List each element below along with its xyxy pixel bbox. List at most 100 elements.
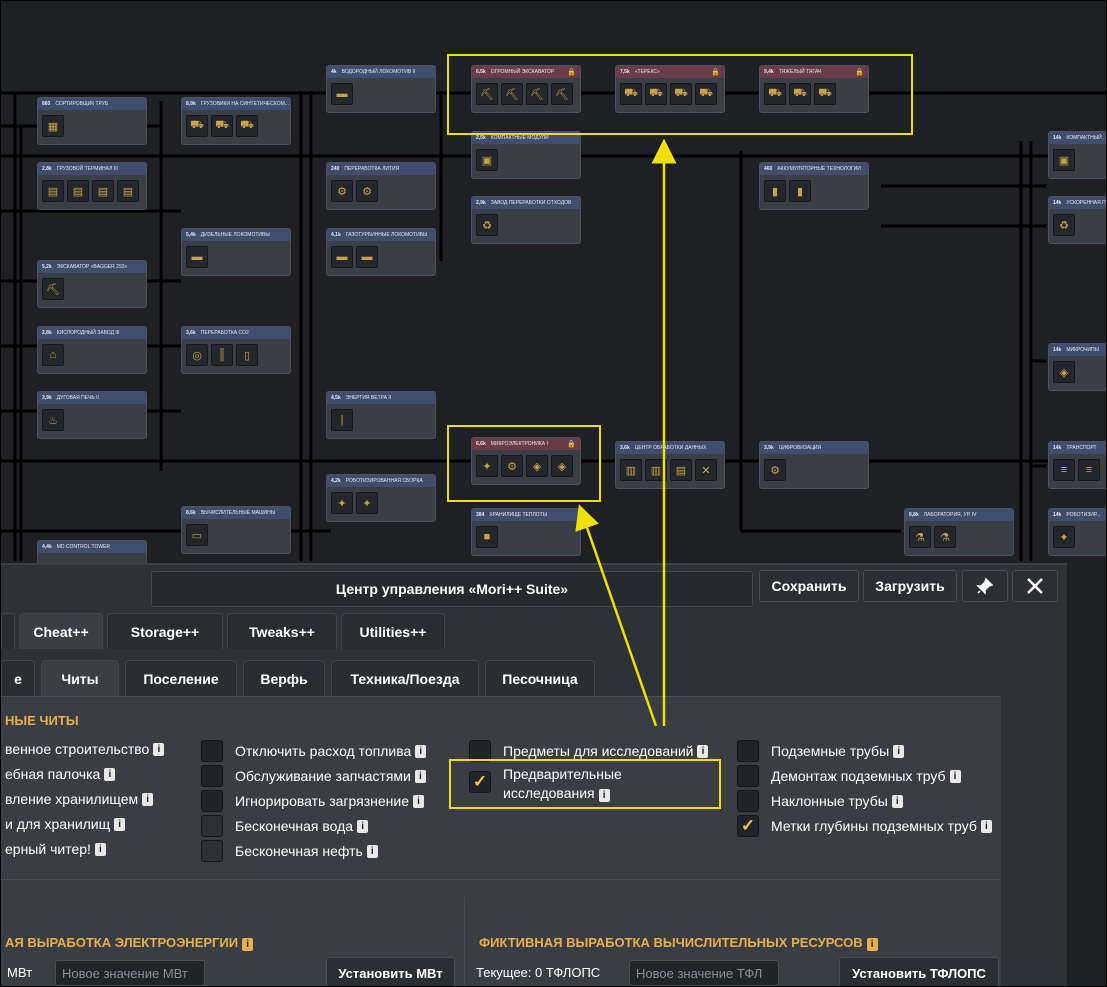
checkbox[interactable] xyxy=(737,790,759,812)
tech-node[interactable]: 860 СОРТИРОВЩИК ТРУБ ▦ xyxy=(37,97,147,145)
info-icon[interactable]: i xyxy=(980,819,992,833)
tech-node[interactable]: 460 АККУМУЛЯТОРНЫЕ ТЕХНОЛОГИИ ▮ ▮ xyxy=(759,162,869,210)
cheat-row-5[interactable]: ерный читер! i xyxy=(5,841,106,857)
tech-node-cost: 3,9k xyxy=(42,395,52,401)
info-icon[interactable]: i xyxy=(866,938,878,951)
subtab-settlement[interactable]: Поселение xyxy=(125,660,237,696)
info-icon[interactable]: i xyxy=(949,769,961,783)
tech-node-cost: 14k xyxy=(1053,135,1062,141)
tab-storage[interactable]: Storage++ xyxy=(107,613,223,649)
tech-node-cost: 3,9k xyxy=(764,445,774,451)
info-icon[interactable]: i xyxy=(414,769,426,783)
cheat-ignore-pollution[interactable]: Игнорировать загрязнение i xyxy=(201,790,425,812)
tech-node[interactable]: 384 ХРАНИЛИЩЕ ТЕПЛОТЫ ■ xyxy=(471,508,581,556)
tech-node[interactable]: 3,6k ПЕРЕРАБОТКА CO2 ◎ ║ ▯ xyxy=(181,326,291,374)
info-icon[interactable]: i xyxy=(891,794,903,808)
tech-node[interactable]: 2,5k КОМПАКТНЫЕ МОДУЛИ ▣ xyxy=(471,131,581,179)
tech-node[interactable]: 5,4k ДИЗЕЛЬНЫЕ ЛОКОМОТИВЫ ▬ xyxy=(181,228,291,276)
cheat-row-3[interactable]: вление хранилищем i xyxy=(5,791,154,807)
tech-node[interactable]: 8,6k ВЫЧИСЛИТЕЛЬНЫЕ МАШИНЫ ▭ xyxy=(181,506,291,554)
checkbox[interactable] xyxy=(201,765,223,787)
cheat-row-4[interactable]: и для хранилищ i xyxy=(5,816,126,832)
tech-node[interactable]: 240 ПЕРЕРАБОТКА ЛИТИЯ ⚙ ⚙ xyxy=(326,162,436,210)
cheat-infinite-water[interactable]: Бесконечная вода i xyxy=(201,815,369,837)
tab-utilities[interactable]: Utilities++ xyxy=(341,613,445,649)
tech-node[interactable]: 14k УСКОРЕННАЯ ПЕРЕРАБОТКА ♻ xyxy=(1048,196,1106,244)
info-icon[interactable]: i xyxy=(415,744,427,758)
tech-node-cost: 14k xyxy=(1053,200,1062,206)
factory-icon: ⌂ xyxy=(42,344,64,366)
info-icon[interactable]: i xyxy=(366,844,378,858)
checkbox[interactable] xyxy=(201,740,223,762)
tech-node[interactable]: 14k ТРАНСПОРТ ≡ ≡ xyxy=(1048,441,1106,489)
info-icon[interactable]: i xyxy=(114,817,126,831)
tech-node-title: ТРАНСПОРТ xyxy=(1066,445,1097,451)
tech-node[interactable]: 3,9k ДУГОВАЯ ПЕЧЬ II ♨ xyxy=(37,391,147,439)
tab-cheat[interactable]: Cheat++ xyxy=(19,613,103,649)
info-icon[interactable]: i xyxy=(413,794,425,808)
cheat-label: Подземные трубы xyxy=(771,743,890,759)
power-input[interactable]: Новое значение МВт xyxy=(55,960,205,986)
close-button[interactable] xyxy=(1012,570,1058,602)
tech-node-header: 2,9k ЗАВОД ПЕРЕРАБОТКИ ОТХОДОВ xyxy=(472,197,580,209)
save-button[interactable]: Сохранить xyxy=(759,570,859,602)
cheat-dismantle-pipes[interactable]: Демонтаж подземных труб i xyxy=(737,765,961,787)
info-icon[interactable]: i xyxy=(242,938,254,951)
info-icon[interactable]: i xyxy=(94,842,106,856)
checkbox[interactable] xyxy=(737,740,759,762)
tech-node-title: КОМПАКТНЫЕ МОДУЛИ xyxy=(490,135,549,141)
info-icon[interactable]: i xyxy=(697,744,709,758)
tech-node[interactable]: 3,9k ЦИФРОВИЗАЦИЯ ⚙ xyxy=(759,441,869,489)
tech-node-header: 14k УСКОРЕННАЯ ПЕРЕРАБОТКА xyxy=(1049,197,1106,209)
tech-node-title: ЭНЕРГИЯ ВЕТРА II xyxy=(345,395,392,401)
tech-node[interactable]: 4k ВОДОРОДНЫЙ ЛОКОМОТИВ II ▬ xyxy=(326,65,436,113)
info-icon[interactable]: i xyxy=(104,767,116,781)
tech-node[interactable]: 2,9k ЗАВОД ПЕРЕРАБОТКИ ОТХОДОВ ♻ xyxy=(471,196,581,244)
checkbox-checked[interactable]: ✓ xyxy=(737,815,759,837)
cheat-sloped-pipes[interactable]: Наклонные трубы i xyxy=(737,790,903,812)
tech-node[interactable]: 14k КОМПАКТНЫЙ ... ▣ xyxy=(1048,131,1106,179)
info-icon[interactable]: i xyxy=(153,742,165,756)
pin-button[interactable] xyxy=(962,570,1008,602)
tech-node[interactable]: 4,2k РОБОТИЗИРОВАННАЯ СБОРКА ✦ ✦ xyxy=(326,474,436,522)
checkbox[interactable] xyxy=(201,790,223,812)
tech-node[interactable]: 14k МИКРОЧИПЫ ◈ xyxy=(1048,343,1106,391)
tech-node-title: ПЕРЕРАБОТКА CO2 xyxy=(200,330,249,336)
set-power-button[interactable]: Установить МВт xyxy=(326,957,455,986)
subtab-shipyard[interactable]: Верфь xyxy=(243,660,325,696)
checkbox[interactable] xyxy=(201,815,223,837)
info-icon[interactable]: i xyxy=(142,792,154,806)
cheat-underground-pipes[interactable]: Подземные трубы i xyxy=(737,740,905,762)
subtab-vehicles[interactable]: Техника/Поезда xyxy=(331,660,479,696)
info-icon[interactable]: i xyxy=(893,744,905,758)
cheat-row-1[interactable]: венное строительство i xyxy=(5,741,165,757)
tech-node[interactable]: 5,2k ЭКСКАВАТОР «BAGGER 293» ⛏ xyxy=(37,260,147,308)
set-compute-button[interactable]: Установить ТФЛОПС xyxy=(839,957,999,986)
tech-node[interactable]: 8,9k ГРУЗОВИКИ НА СИНТЕТИЧЕСКОМ... ⛟ ⛟ ⛟ xyxy=(181,97,291,145)
subtab-partial[interactable]: е xyxy=(1,660,35,696)
tech-node[interactable]: 4,1k ГАЗОТУРБИННЫЕ ЛОКОМОТИВЫ ▬ ▬ xyxy=(326,228,436,276)
tab-tweaks[interactable]: Tweaks++ xyxy=(227,613,337,649)
tech-node[interactable]: 2,8k КИСЛОРОДНЫЙ ЗАВОД III ⌂ xyxy=(37,326,147,374)
tech-node[interactable]: 14k РОБОТИЗИР... ✦ xyxy=(1048,508,1106,556)
tab-partial-left[interactable] xyxy=(1,613,15,649)
subtab-sandbox[interactable]: Песочница xyxy=(485,660,595,696)
subtab-vehicles-label: Техника/Поезда xyxy=(350,670,460,687)
info-icon[interactable]: i xyxy=(357,819,369,833)
tech-node[interactable]: 2,8k ГРУЗОВОЙ ТЕРМИНАЛ III ▤ ▤ ▤ ▤ xyxy=(37,162,147,210)
tech-node-header: 3,9k ЦИФРОВИЗАЦИЯ xyxy=(760,442,868,454)
compute-input[interactable]: Новое значение ТФЛ xyxy=(629,960,779,986)
tech-node[interactable]: 3,6k ЦЕНТР ОБРАБОТКИ ДАННЫХ ▥ ▥ ▤ ✕ xyxy=(615,441,725,489)
cheat-depth-markers[interactable]: ✓ Метки глубины подземных труб i xyxy=(737,815,992,837)
cheat-disable-fuel[interactable]: Отключить расход топлива i xyxy=(201,740,427,762)
checkbox[interactable] xyxy=(737,765,759,787)
cheat-row-2[interactable]: ебная палочка i xyxy=(5,766,116,782)
cheat-maintenance-parts[interactable]: Обслуживание запчастями i xyxy=(201,765,426,787)
cheat-infinite-oil[interactable]: Бесконечная нефть i xyxy=(201,840,378,862)
checkbox[interactable] xyxy=(201,840,223,862)
subtab-cheats[interactable]: Читы xyxy=(41,660,119,696)
tank-icon: ▯ xyxy=(236,344,258,366)
tech-node[interactable]: 8,8k ЛАБОРАТОРИЯ, УР. IV ⚗ ⚗ xyxy=(904,508,1014,556)
load-button[interactable]: Загрузить xyxy=(863,570,957,602)
tech-node[interactable]: 4,5k ЭНЕРГИЯ ВЕТРА II | xyxy=(326,391,436,439)
